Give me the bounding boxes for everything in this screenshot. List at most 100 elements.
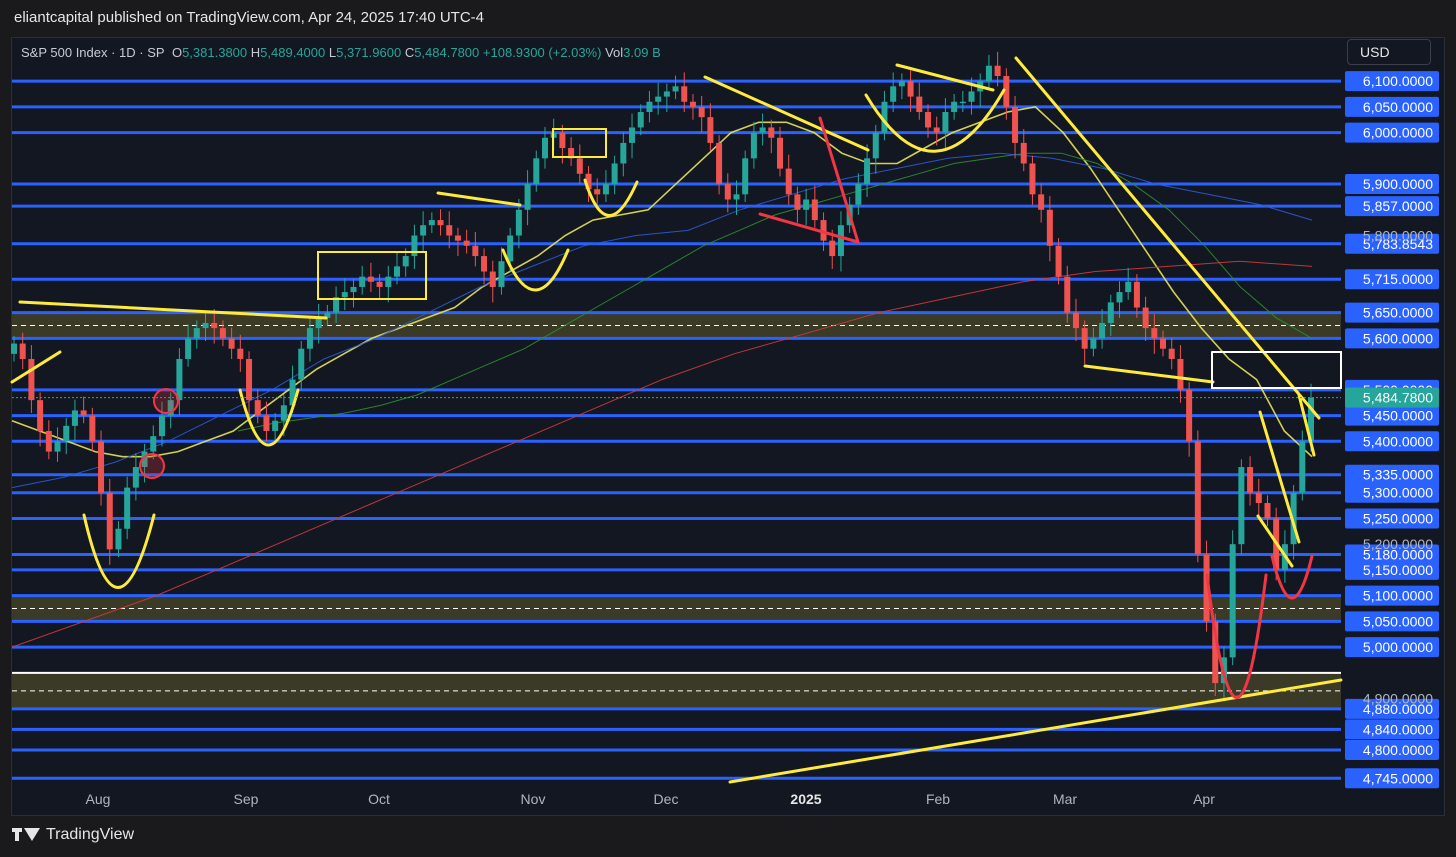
tradingview-logo[interactable]: TradingView — [12, 826, 134, 844]
level-label-13: 5,300.0000 — [1363, 485, 1433, 501]
legend-high-label: H — [250, 45, 261, 60]
candle-body-48 — [428, 220, 435, 226]
legend-low: 5,371.9600 — [336, 45, 402, 60]
candle-body-42 — [376, 281, 383, 287]
axis-tick-0: 5,800.0000 — [1363, 228, 1433, 244]
currency-button[interactable]: USD — [1347, 39, 1431, 65]
legend-close: 5,484.7800 — [414, 45, 480, 60]
candle-body-85 — [750, 132, 757, 159]
candle-body-73 — [646, 101, 653, 113]
short-trend-line — [10, 350, 62, 384]
candle-body-101 — [890, 86, 897, 102]
candle-body-52 — [463, 240, 470, 246]
candle-body-117 — [1029, 163, 1036, 195]
candle-body-53 — [472, 245, 479, 257]
candle-body-116 — [1020, 142, 1027, 164]
candle-body-3 — [37, 400, 44, 432]
candle-body-113 — [994, 65, 1001, 77]
candle-body-24 — [219, 328, 226, 339]
level-label-8: 5,600.0000 — [1363, 330, 1433, 346]
candle-body-130 — [1142, 307, 1149, 329]
candle-body-12 — [115, 528, 122, 550]
target-box-apr — [1211, 351, 1342, 389]
candle-body-74 — [655, 96, 662, 102]
x-tick-0: Aug — [86, 791, 111, 807]
candle-body-105 — [924, 112, 931, 128]
candle-body-16 — [150, 436, 157, 452]
candle-body-56 — [498, 261, 505, 287]
level-label-19: 5,000.0000 — [1363, 639, 1433, 655]
candle-body-79 — [698, 106, 705, 118]
candle-body-61 — [541, 137, 548, 159]
candle-body-136 — [1194, 441, 1201, 555]
time-axis: Aug Sep Oct Nov Dec 2025 Feb Mar Apr — [86, 791, 1216, 807]
candle-body-65 — [576, 158, 583, 174]
candle-body-43 — [385, 276, 392, 287]
candle-body-27 — [246, 358, 253, 401]
candle-body-68 — [602, 184, 609, 195]
candle-body-87 — [768, 127, 775, 138]
candle-body-88 — [777, 137, 784, 169]
candle-body-141 — [1238, 467, 1245, 545]
candle-body-23 — [211, 322, 218, 329]
candle-body-10 — [98, 441, 105, 493]
last-price-label: 5,484.7800 — [1363, 390, 1433, 406]
candle-body-72 — [637, 112, 644, 128]
candle-body-133 — [1168, 348, 1175, 359]
price-chart[interactable]: 6,100.0000 6,050.0000 6,000.0000 5,900.0000… — [0, 0, 1456, 857]
candle-body-109 — [959, 101, 966, 104]
axis-tick-1: 5,200.0000 — [1363, 536, 1433, 552]
candle-body-119 — [1046, 209, 1053, 246]
candle-body-142 — [1247, 467, 1254, 493]
level-label-17: 5,100.0000 — [1363, 588, 1433, 604]
candle-body-45 — [402, 256, 409, 267]
candle-body-95 — [837, 225, 844, 257]
level-label-10: 5,450.0000 — [1363, 408, 1433, 424]
legend-volume: 3.09 B — [623, 45, 661, 60]
candle-body-110 — [968, 91, 975, 102]
x-tick-6: Feb — [926, 791, 950, 807]
level-label-23: 4,745.0000 — [1363, 770, 1433, 786]
candle-body-22 — [202, 322, 209, 329]
legend-high: 5,489.4000 — [260, 45, 326, 60]
candle-body-83 — [733, 194, 740, 200]
candle-body-80 — [707, 117, 714, 143]
candle-body-123 — [1081, 328, 1088, 349]
candle-body-97 — [855, 184, 862, 205]
level-label-3: 5,900.0000 — [1363, 176, 1433, 192]
candle-body-13 — [124, 487, 131, 529]
level-label-11: 5,400.0000 — [1363, 433, 1433, 449]
candle-body-131 — [1151, 328, 1158, 339]
channel-line-dec — [703, 75, 870, 152]
candle-body-59 — [524, 184, 531, 210]
candle-body-125 — [1099, 322, 1106, 339]
candle-body-40 — [359, 276, 366, 287]
candle-body-90 — [794, 194, 801, 210]
candle-body-50 — [446, 225, 453, 236]
legend-change: +108.9300 (+2.03%) — [482, 45, 602, 60]
candle-body-76 — [672, 86, 679, 92]
candle-body-140 — [1229, 544, 1236, 658]
candle-body-63 — [559, 132, 566, 149]
candle-body-104 — [916, 96, 923, 113]
candle-body-102 — [898, 81, 905, 87]
candle-body-8 — [80, 410, 87, 416]
candle-body-91 — [803, 199, 810, 210]
candle-body-30 — [272, 420, 279, 432]
ma-line-0 — [11, 106, 1313, 458]
candle-body-107 — [942, 112, 949, 133]
level-label-14: 5,250.0000 — [1363, 510, 1433, 526]
legend-close-label: C — [404, 45, 415, 60]
candle-body-20 — [185, 338, 192, 359]
candle-body-128 — [1125, 281, 1132, 293]
candle-body-124 — [1090, 338, 1097, 349]
candle-body-11 — [106, 492, 113, 550]
candle-body-57 — [507, 235, 514, 262]
candle-body-122 — [1072, 312, 1079, 329]
candle-body-28 — [254, 400, 261, 416]
candle-body-7 — [71, 410, 78, 426]
downtrend-line — [1014, 56, 1321, 420]
candle-body-17 — [158, 415, 165, 437]
candle-body-69 — [611, 163, 618, 185]
x-tick-1: Sep — [234, 791, 259, 807]
